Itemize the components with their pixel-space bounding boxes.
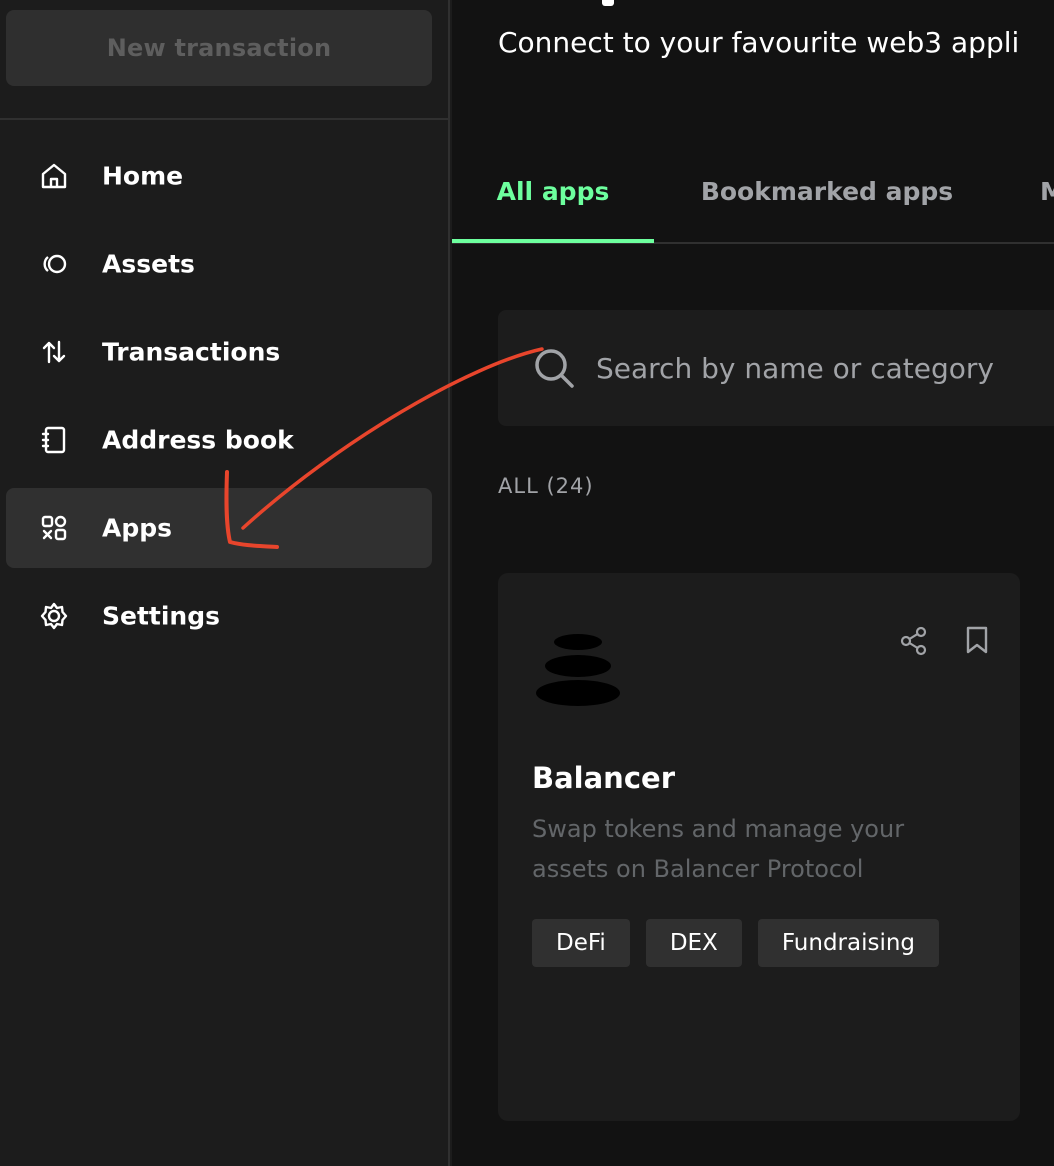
search-icon [532,346,578,392]
active-tab-indicator [452,239,654,243]
main-content: Connect to your favourite web3 appli All… [452,0,1054,1166]
home-icon [38,160,70,192]
apps-icon [38,512,70,544]
page-title-fragment [602,0,614,6]
page-subtitle: Connect to your favourite web3 appli [498,26,1020,59]
sidebar-item-transactions[interactable]: Transactions [6,312,432,392]
search-input[interactable] [596,310,1054,426]
balancer-logo [536,633,626,709]
share-icon[interactable] [898,625,930,657]
app-title: Balancer [532,761,675,795]
sidebar-item-label: Home [102,161,184,191]
tab-bar: All apps Bookmarked apps M [452,140,1054,244]
sidebar-item-assets[interactable]: Assets [6,224,432,304]
sidebar: New transaction Home Assets Transactions… [0,0,450,1166]
transactions-icon [38,336,70,368]
app-tags: DeFi DEX Fundraising [532,919,940,967]
search-box[interactable] [498,310,1054,426]
assets-icon [38,248,70,280]
bookmark-icon[interactable] [964,625,990,655]
sidebar-item-address-book[interactable]: Address book [6,400,432,480]
apps-count-label: ALL (24) [498,474,594,498]
tab-all-apps[interactable]: All apps [452,140,654,242]
sidebar-item-settings[interactable]: Settings [6,576,432,656]
app-tag: Fundraising [757,919,940,967]
new-transaction-button[interactable]: New transaction [6,10,432,86]
settings-icon [38,600,70,632]
sidebar-item-label: Address book [102,425,294,455]
app-tag: DEX [645,919,742,967]
address-book-icon [38,424,70,456]
app-description: Swap tokens and manage your assets on Ba… [532,815,905,883]
app-tag: DeFi [532,919,630,967]
sidebar-item-label: Transactions [102,337,281,367]
app-root: New transaction Home Assets Transactions… [0,0,1054,1166]
sidebar-item-label: Assets [102,249,195,279]
sidebar-item-home[interactable]: Home [6,136,432,216]
sidebar-item-label: Apps [102,513,173,543]
app-card[interactable]: Balancer Swap tokens and manage your ass… [498,573,1020,1121]
tab-bookmarked-apps[interactable]: Bookmarked apps [692,140,962,242]
sidebar-item-label: Settings [102,601,221,631]
sidebar-item-apps[interactable]: Apps [6,488,432,568]
sidebar-divider [0,118,448,120]
tab-my-apps[interactable]: M [1040,140,1054,242]
